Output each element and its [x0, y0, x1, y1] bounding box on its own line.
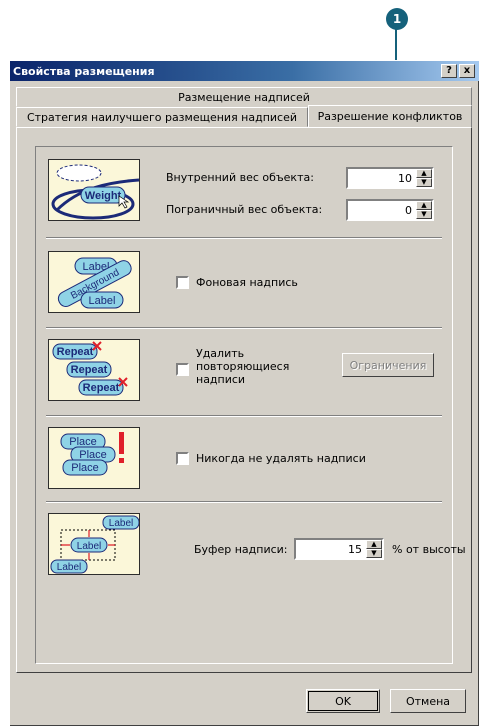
remove-duplicates-line-3: надписи — [196, 373, 246, 386]
help-button[interactable]: ? — [441, 64, 457, 78]
background-label-text: Фоновая надпись — [196, 276, 298, 289]
separator — [46, 237, 442, 239]
background-label-checkbox[interactable] — [176, 276, 189, 289]
separator — [46, 415, 442, 417]
border-weight-value: 0 — [405, 203, 412, 217]
internal-weight-value: 10 — [398, 171, 412, 185]
tab-panel: Weight Внутренний вес объекта: 10 ▲ ▼ Пог… — [16, 127, 472, 673]
never-remove-illustration: Place Place Place — [48, 427, 140, 489]
repeat-illus-3: Repeat — [83, 382, 120, 394]
background-illustration: Label Background Label — [48, 251, 140, 313]
spin-up-icon[interactable]: ▲ — [416, 169, 432, 178]
remove-duplicates-label: Удалить повторяющиеся надписи — [196, 347, 289, 386]
spin-down-icon[interactable]: ▼ — [416, 178, 432, 187]
buffer-value: 15 — [348, 542, 362, 556]
remove-duplicates-checkbox[interactable] — [176, 363, 189, 376]
dialog-window: Свойства размещения ? x Размещение надпи… — [9, 60, 479, 726]
place-illus-3: Place — [71, 462, 99, 474]
spin-up-icon[interactable]: ▲ — [366, 540, 382, 549]
buffer-spinner[interactable]: 15 ▲ ▼ — [294, 538, 384, 560]
spin-down-icon[interactable]: ▼ — [416, 210, 432, 219]
repeat-illustration: Repeat Repeat Repeat — [48, 339, 140, 401]
tab-label-placement[interactable]: Размещение надписей — [16, 87, 472, 107]
buffer-illus-center: Label — [77, 541, 101, 552]
repeat-illus-1: Repeat — [57, 346, 94, 358]
spin-up-icon[interactable]: ▲ — [416, 201, 432, 210]
weight-illustration: Weight — [48, 159, 140, 221]
never-remove-label: Никогда не удалять надписи — [196, 452, 366, 465]
tab-best-placement-strategy[interactable]: Стратегия наилучшего размещения надписей — [16, 107, 308, 127]
never-remove-checkbox[interactable] — [176, 452, 189, 465]
limits-button[interactable]: Ограничения — [342, 353, 434, 377]
border-weight-label: Пограничный вес объекта: — [166, 203, 323, 216]
separator — [46, 327, 442, 329]
spin-down-icon[interactable]: ▼ — [366, 549, 382, 558]
title-bar: Свойства размещения ? x — [10, 61, 479, 81]
buffer-illus-bottom: Label — [57, 562, 81, 573]
cancel-button[interactable]: Отмена — [390, 689, 466, 713]
bg-illus-label-bottom: Label — [89, 295, 116, 307]
tab-conflict-resolution[interactable]: Разрешение конфликтов — [308, 105, 472, 127]
repeat-illus-2: Repeat — [71, 364, 108, 376]
separator — [46, 501, 442, 503]
border-weight-spinner[interactable]: 0 ▲ ▼ — [346, 199, 434, 221]
close-button[interactable]: x — [459, 64, 475, 78]
weight-illus-text: Weight — [85, 190, 122, 202]
remove-duplicates-line-1: Удалить — [196, 347, 245, 360]
remove-duplicates-line-2: повторяющиеся — [196, 360, 290, 373]
buffer-illustration: Label Label Label — [48, 513, 140, 575]
buffer-illus-top: Label — [109, 518, 133, 529]
buffer-label: Буфер надписи: — [194, 543, 288, 556]
internal-weight-label: Внутренний вес объекта: — [166, 171, 314, 184]
internal-weight-spinner[interactable]: 10 ▲ ▼ — [346, 167, 434, 189]
callout-badge: 1 — [386, 8, 408, 30]
settings-frame: Weight Внутренний вес объекта: 10 ▲ ▼ Пог… — [35, 146, 466, 664]
window-title: Свойства размещения — [13, 64, 155, 78]
ok-button[interactable]: OK — [306, 689, 380, 713]
place-illus-2: Place — [79, 449, 107, 461]
place-illus-1: Place — [69, 436, 97, 448]
buffer-unit: % от высоты — [392, 543, 466, 556]
